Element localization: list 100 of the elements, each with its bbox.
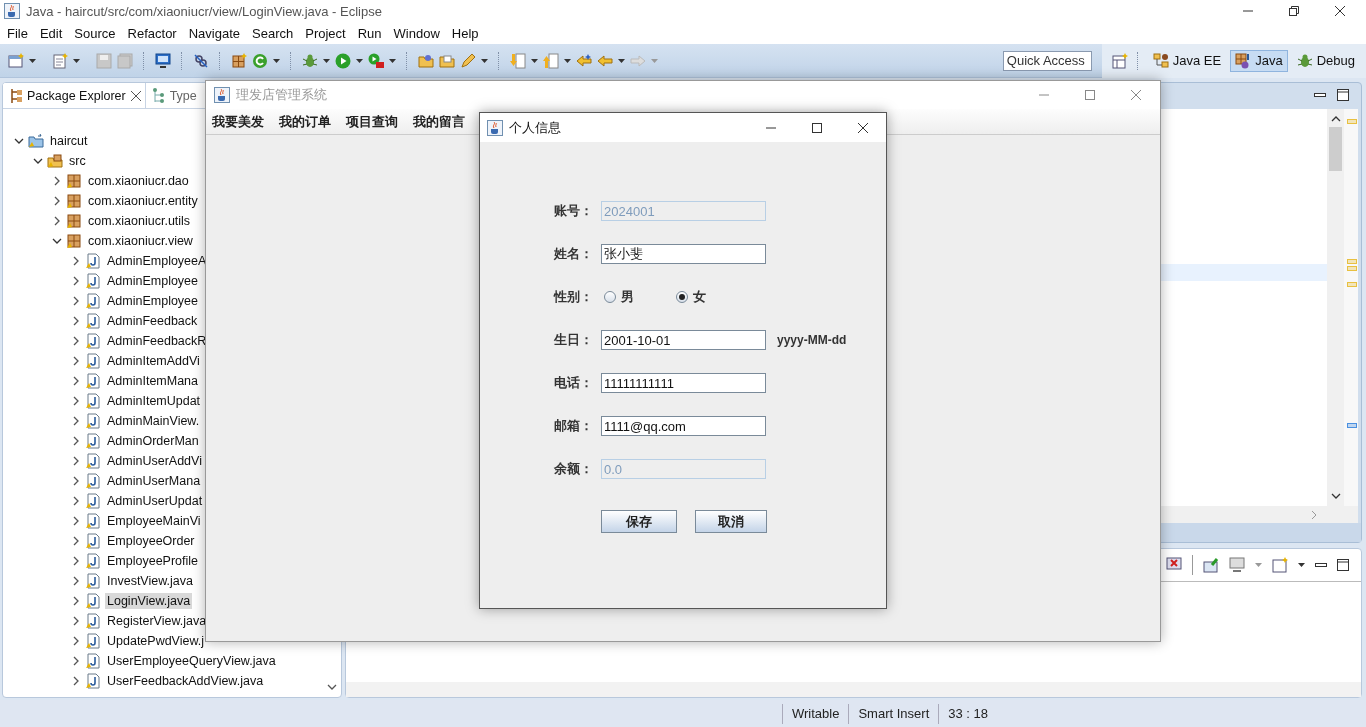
tree-item[interactable]: UserFeedbackAddView.java — [105, 673, 266, 689]
tree-item[interactable]: haircut — [48, 133, 90, 149]
chevron-right-icon[interactable] — [71, 636, 81, 646]
folder-icon[interactable] — [418, 52, 434, 69]
tree-item[interactable]: AdminUserMana — [105, 473, 203, 489]
menu-item[interactable]: Search — [246, 25, 300, 41]
radio-button[interactable] — [676, 291, 688, 303]
menu-item[interactable]: 项目查询 — [346, 112, 398, 131]
tree-item[interactable]: EmployeeOrder — [105, 533, 197, 549]
unlink-icon[interactable] — [193, 52, 209, 69]
tree-item[interactable]: UpdatePwdView.j — [105, 633, 207, 649]
tree-item[interactable]: AdminFeedback — [105, 313, 200, 329]
radio-label[interactable]: 男 — [621, 288, 634, 306]
chevron-right-icon[interactable] — [71, 396, 81, 406]
chevron-right-icon[interactable] — [71, 656, 81, 666]
chevron-down-icon[interactable] — [52, 236, 62, 246]
scrollbar[interactable] — [346, 682, 1361, 697]
menu-item[interactable]: 我要美发 — [212, 112, 264, 131]
ruler-marker[interactable] — [1347, 282, 1357, 287]
text-field[interactable]: 11111111111 — [601, 373, 766, 393]
dropdown-arrow-icon[interactable] — [389, 58, 396, 63]
menu-item[interactable]: 我的留言 — [413, 112, 465, 131]
dialog-button[interactable]: 保存 — [601, 510, 677, 533]
play-icon[interactable] — [335, 52, 351, 69]
view-tab[interactable]: Package Explorer — [3, 83, 146, 108]
tree-item[interactable]: AdminMainView. — [105, 413, 202, 429]
chevron-right-icon[interactable] — [71, 376, 81, 386]
tree-item[interactable]: AdminUserUpdat — [105, 493, 205, 509]
monitor-icon[interactable] — [155, 52, 171, 69]
display-icon[interactable] — [1229, 557, 1245, 573]
perspective-button[interactable]: Java EE — [1147, 49, 1227, 72]
view-tab[interactable]: Type — [145, 83, 200, 108]
chevron-right-icon[interactable] — [71, 316, 81, 326]
scrollbar-thumb[interactable] — [1329, 127, 1342, 171]
close-icon[interactable] — [1334, 5, 1346, 17]
dropdown-arrow-icon[interactable] — [1298, 563, 1305, 567]
dropdown-arrow-icon[interactable] — [29, 58, 36, 63]
tree-item[interactable]: com.xiaoniucr.utils — [86, 213, 193, 229]
open-perspective-icon[interactable] — [1111, 52, 1128, 69]
text-field[interactable]: 1111@qq.com — [601, 416, 766, 436]
pin-icon[interactable] — [1203, 557, 1219, 573]
chevron-right-icon[interactable] — [71, 256, 81, 266]
chevron-down-icon[interactable] — [327, 683, 337, 691]
menu-item[interactable]: Refactor — [121, 25, 183, 41]
dropdown-arrow-icon[interactable] — [323, 58, 330, 63]
ruler-marker[interactable] — [1347, 119, 1357, 124]
chevron-right-icon[interactable] — [71, 576, 81, 586]
chevron-right-icon[interactable] — [71, 336, 81, 346]
new-file-icon[interactable] — [52, 52, 68, 69]
refresh-icon[interactable] — [252, 52, 268, 69]
tree-item[interactable]: UserEmployeeQueryView.java — [105, 653, 278, 669]
chevron-right-icon[interactable] — [71, 676, 81, 686]
bug-icon[interactable] — [302, 52, 318, 69]
back-arrow-icon[interactable] — [576, 52, 592, 69]
tree-item[interactable]: com.xiaoniucr.entity — [86, 193, 200, 209]
dropdown-arrow-icon[interactable] — [73, 58, 80, 63]
restore-icon[interactable] — [1288, 5, 1300, 17]
tree-item[interactable]: InvestView.java — [105, 573, 195, 589]
ruler-marker[interactable] — [1347, 266, 1357, 271]
tree-item[interactable]: AdminFeedbackR — [105, 333, 209, 349]
dropdown-arrow-icon[interactable] — [564, 58, 571, 63]
new-window-icon[interactable] — [8, 52, 24, 69]
tree-item[interactable]: AdminUserAddVi — [105, 453, 204, 469]
tree-item[interactable]: LoginView.java — [105, 593, 193, 609]
chevron-right-icon[interactable] — [71, 296, 81, 306]
chevron-right-icon[interactable] — [52, 196, 62, 206]
chevron-right-icon[interactable] — [71, 356, 81, 366]
chevron-right-icon[interactable] — [71, 416, 81, 426]
radio-label[interactable]: 女 — [693, 288, 706, 306]
menu-item[interactable]: File — [1, 25, 34, 41]
chevron-right-icon[interactable] — [71, 516, 81, 526]
text-field[interactable]: 张小斐 — [601, 244, 766, 264]
chevron-right-icon[interactable] — [71, 276, 81, 286]
chevron-right-icon[interactable] — [71, 596, 81, 606]
close-icon[interactable] — [857, 121, 869, 134]
dropdown-arrow-icon[interactable] — [273, 58, 280, 63]
radio-button[interactable] — [604, 291, 616, 303]
quick-access-field[interactable]: Quick Access — [1002, 50, 1092, 71]
close-icon[interactable] — [129, 89, 142, 102]
folder-icon[interactable] — [439, 52, 455, 69]
tree-item[interactable]: AdminEmployee — [105, 293, 200, 309]
package-icon[interactable] — [231, 52, 247, 69]
remove-launch-icon[interactable] — [1166, 557, 1182, 573]
tree-item[interactable]: RegisterView.java — [105, 613, 209, 629]
menu-item[interactable]: 我的订单 — [279, 112, 331, 131]
tree-item[interactable]: AdminEmployee — [105, 273, 200, 289]
tree-item[interactable]: AdminItemUpdat — [105, 393, 203, 409]
chevron-right-icon[interactable] — [71, 616, 81, 626]
maximize-icon[interactable] — [811, 121, 823, 134]
tree-item[interactable]: com.xiaoniucr.view — [86, 233, 195, 249]
chevron-right-icon[interactable] — [71, 496, 81, 506]
perspective-button[interactable]: Debug — [1291, 49, 1360, 72]
tree-item[interactable]: AdminOrderMan — [105, 433, 201, 449]
menu-item[interactable]: Run — [351, 25, 388, 41]
chevron-right-icon[interactable] — [52, 176, 62, 186]
text-field[interactable]: 2001-10-01 — [601, 330, 766, 350]
chevron-right-icon[interactable] — [52, 216, 62, 226]
ruler-marker[interactable] — [1347, 423, 1357, 428]
menu-item[interactable]: Navigate — [182, 25, 246, 41]
menu-item[interactable]: Help — [445, 25, 485, 41]
